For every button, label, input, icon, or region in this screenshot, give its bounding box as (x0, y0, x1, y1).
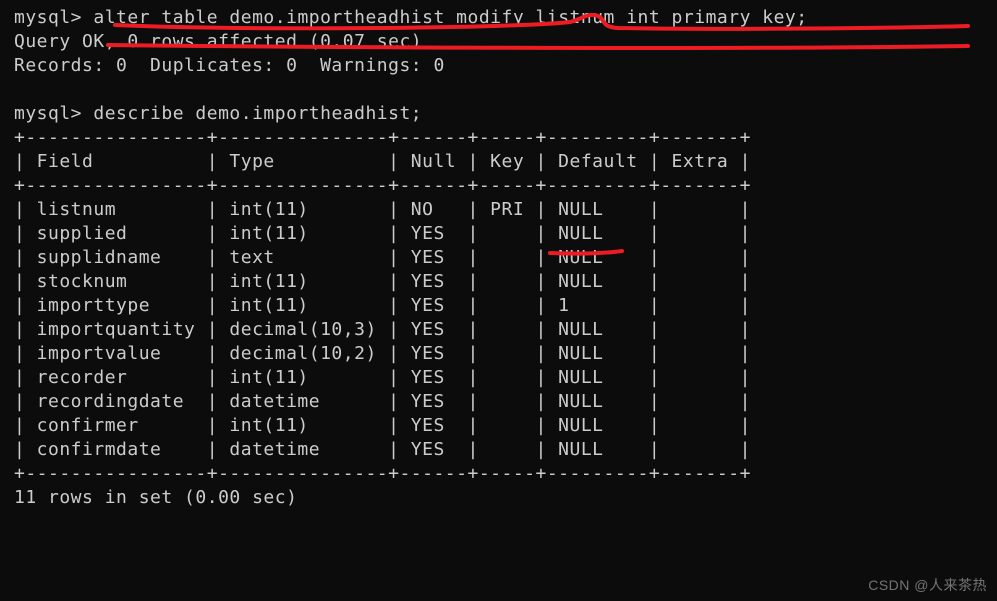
sql-command-1: alter table demo.importheadhist modify l… (93, 7, 807, 28)
result-line-2: Records: 0 Duplicates: 0 Warnings: 0 (14, 55, 445, 76)
terminal-output[interactable]: mysql> alter table demo.importheadhist m… (0, 0, 997, 516)
table-border-top: +----------------+---------------+------… (14, 127, 751, 148)
rows-footer: 11 rows in set (0.00 sec) (14, 487, 297, 508)
table-header-row: | Field | Type | Null | Key | Default | … (14, 151, 751, 172)
mysql-prompt-1: mysql> (14, 7, 82, 28)
result-line-1: Query OK, 0 rows affected (0.07 sec) (14, 31, 422, 52)
table-body: | listnum | int(11) | NO | PRI | NULL | … (14, 199, 751, 460)
sql-command-2: describe demo.importheadhist; (93, 103, 422, 124)
mysql-prompt-2: mysql> (14, 103, 82, 124)
table-border-mid: +----------------+---------------+------… (14, 175, 751, 196)
watermark: CSDN @人来茶热 (868, 573, 987, 597)
table-border-bottom: +----------------+---------------+------… (14, 463, 751, 484)
